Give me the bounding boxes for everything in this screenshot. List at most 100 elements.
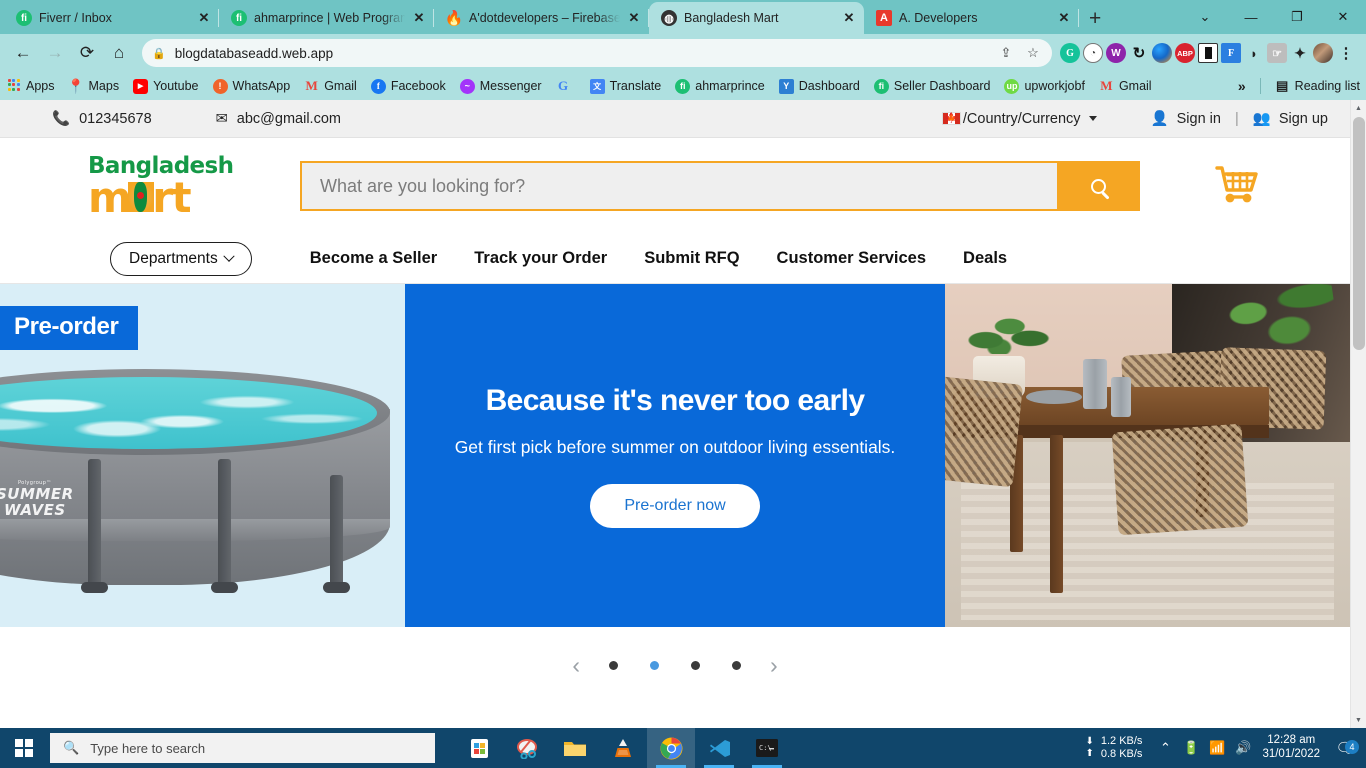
bookmark-seller-dashboard[interactable]: fi Seller Dashboard bbox=[873, 78, 990, 94]
bookmark-whatsapp[interactable]: ! WhatsApp bbox=[212, 78, 291, 94]
file-explorer-icon[interactable] bbox=[551, 728, 599, 768]
home-button[interactable]: ⌂ bbox=[104, 38, 134, 68]
bookmark-ahmarprince[interactable]: fi ahmarprince bbox=[675, 78, 765, 94]
hero-lifestyle-image[interactable] bbox=[945, 284, 1350, 627]
command-prompt-icon[interactable]: C:\ bbox=[743, 728, 791, 768]
pre-order-now-button[interactable]: Pre-order now bbox=[590, 483, 760, 528]
wappalyzer-extension-icon[interactable]: W bbox=[1106, 43, 1126, 63]
bookmark-maps[interactable]: 📍 Maps bbox=[67, 78, 119, 94]
bookmark-upworkjobf[interactable]: up upworkjobf bbox=[1004, 78, 1085, 94]
carousel-dot-4[interactable] bbox=[732, 660, 741, 670]
minimize-button[interactable]: — bbox=[1228, 0, 1274, 34]
site-logo[interactable]: Bangladesh m rt bbox=[88, 154, 263, 218]
tab-close-icon[interactable]: ✕ bbox=[1057, 10, 1071, 26]
bookmark-facebook[interactable]: f Facebook bbox=[370, 78, 446, 94]
bookmark-translate[interactable]: 文 Translate bbox=[589, 78, 661, 94]
bookmark-google[interactable]: G bbox=[556, 78, 576, 94]
bookmark-apps[interactable]: Apps bbox=[6, 78, 55, 94]
browser-tab[interactable]: fi Fiverr / Inbox ✕ bbox=[4, 2, 219, 34]
forward-button[interactable]: → bbox=[40, 38, 70, 68]
page-scrollbar[interactable]: ▲ ▼ bbox=[1350, 100, 1366, 728]
notification-center-button[interactable]: 🗨 4 bbox=[1330, 739, 1360, 757]
phone-contact[interactable]: 📞 012345678 bbox=[52, 110, 152, 128]
bookmark-messenger[interactable]: ~ Messenger bbox=[459, 78, 542, 94]
carousel-dot-3[interactable] bbox=[691, 660, 700, 670]
snipping-tool-icon[interactable] bbox=[503, 728, 551, 768]
bookmark-gmail-2[interactable]: M Gmail bbox=[1099, 78, 1151, 94]
scroll-down-arrow[interactable]: ▼ bbox=[1351, 712, 1366, 728]
battery-icon[interactable]: 🔋 bbox=[1178, 740, 1204, 756]
bookmarks-overflow-button[interactable]: » bbox=[1238, 78, 1246, 94]
user-icon: 👤 bbox=[1150, 111, 1169, 127]
volume-icon[interactable]: 🔊 bbox=[1230, 740, 1256, 756]
browser-tab[interactable]: A A. Developers ✕ bbox=[864, 2, 1079, 34]
sync-extension-icon[interactable]: ↻ bbox=[1129, 43, 1149, 63]
tab-list-button[interactable]: ⌄ bbox=[1182, 0, 1228, 34]
scroll-up-arrow[interactable]: ▲ bbox=[1351, 100, 1366, 116]
back-button[interactable]: ← bbox=[8, 38, 38, 68]
bookmark-dashboard[interactable]: Y Dashboard bbox=[778, 78, 860, 94]
autoclicker-extension-icon[interactable]: ☞ bbox=[1267, 43, 1287, 63]
scrollbar-thumb[interactable] bbox=[1353, 117, 1365, 350]
puzzle-extensions-icon[interactable]: ✦ bbox=[1290, 43, 1310, 63]
sign-up-button[interactable]: 👥 Sign up bbox=[1253, 110, 1328, 128]
dropper-extension-icon[interactable]: ◗ bbox=[1244, 43, 1264, 63]
windows-start-button[interactable] bbox=[0, 728, 48, 768]
tab-close-icon[interactable]: ✕ bbox=[412, 10, 426, 26]
vs-code-icon[interactable] bbox=[695, 728, 743, 768]
carousel-prev-button[interactable]: ‹ bbox=[559, 652, 593, 679]
nav-link-submit-rfq[interactable]: Submit RFQ bbox=[644, 249, 739, 268]
google-chrome-icon[interactable] bbox=[647, 728, 695, 768]
tab-close-icon[interactable]: ✕ bbox=[627, 10, 641, 26]
shopping-cart-button[interactable] bbox=[1214, 165, 1260, 207]
search-submit-button[interactable] bbox=[1057, 161, 1140, 211]
star-icon[interactable]: ☆ bbox=[1024, 45, 1042, 61]
browser-tab-active[interactable]: ◍ Bangladesh Mart ✕ bbox=[649, 2, 864, 34]
adblock-plus-extension-icon[interactable]: ABP bbox=[1175, 43, 1195, 63]
nav-link-deals[interactable]: Deals bbox=[963, 249, 1007, 268]
f-extension-icon[interactable]: F bbox=[1221, 43, 1241, 63]
email-contact[interactable]: ✉ abc@gmail.com bbox=[216, 111, 341, 127]
browser-tab[interactable]: 🔥 A'dotdevelopers – Firebase c ✕ bbox=[434, 2, 649, 34]
taskbar-clock[interactable]: 12:28 am 31/01/2022 bbox=[1262, 734, 1320, 762]
nav-link-customer-services[interactable]: Customer Services bbox=[777, 249, 927, 268]
taskbar-search-input[interactable]: 🔍 Type here to search bbox=[50, 733, 435, 763]
sign-in-button[interactable]: 👤 Sign in bbox=[1150, 110, 1221, 128]
maximize-button[interactable]: ❐ bbox=[1274, 0, 1320, 34]
search-input[interactable]: What are you looking for? bbox=[300, 161, 1057, 211]
reading-list-button[interactable]: ▤ Reading list bbox=[1275, 78, 1360, 94]
hero-product-image[interactable]: Pre-order Polygroup™ SUMMER WAVES bbox=[0, 284, 405, 627]
bangladesh-flag-icon bbox=[128, 182, 155, 213]
reading-list-icon: ▤ bbox=[1276, 78, 1289, 93]
tray-expand-chevron-icon[interactable]: ⌃ bbox=[1152, 740, 1178, 756]
carousel-dot-1[interactable] bbox=[609, 660, 618, 670]
bookmark-label: WhatsApp bbox=[232, 79, 291, 93]
address-bar[interactable]: 🔒 blogdatabaseadd.web.app ⇪ ☆ bbox=[142, 39, 1052, 67]
browser-tab[interactable]: fi ahmarprince | Web Programm ✕ bbox=[219, 2, 434, 34]
vlc-player-icon[interactable] bbox=[599, 728, 647, 768]
new-tab-button[interactable]: + bbox=[1089, 7, 1101, 31]
country-currency-selector[interactable]: 🍁 /Country/Currency bbox=[941, 111, 1097, 127]
share-icon[interactable]: ⇪ bbox=[997, 45, 1015, 61]
grammarly-extension-icon[interactable]: G bbox=[1060, 43, 1080, 63]
orb-extension-icon[interactable] bbox=[1152, 43, 1172, 63]
nav-link-track-your-order[interactable]: Track your Order bbox=[474, 249, 607, 268]
tab-close-icon[interactable]: ✕ bbox=[842, 10, 856, 26]
three-dot-menu-icon[interactable]: ⋮ bbox=[1336, 43, 1356, 63]
bookmark-youtube[interactable]: ▶ Youtube bbox=[133, 78, 199, 94]
speedtest-extension-icon[interactable]: ◔ bbox=[1083, 43, 1103, 63]
reader-extension-icon[interactable] bbox=[1198, 43, 1218, 63]
carousel-dot-2-active[interactable] bbox=[650, 660, 659, 670]
carousel-next-button[interactable]: › bbox=[757, 652, 791, 679]
bookmark-gmail[interactable]: M Gmail bbox=[304, 78, 357, 94]
wifi-icon[interactable]: 📶 bbox=[1204, 740, 1230, 756]
tab-close-icon[interactable]: ✕ bbox=[197, 10, 211, 26]
network-speed-indicator[interactable]: ⬇ ⬆ 1.2 KB/s 0.8 KB/s bbox=[1085, 735, 1142, 761]
microsoft-store-icon[interactable] bbox=[455, 728, 503, 768]
page-viewport: 📞 012345678 ✉ abc@gmail.com 🍁 /Country/C… bbox=[0, 100, 1366, 728]
reload-button[interactable]: ⟳ bbox=[72, 38, 102, 68]
close-window-button[interactable]: ✕ bbox=[1320, 0, 1366, 34]
nav-link-become-a-seller[interactable]: Become a Seller bbox=[310, 249, 438, 268]
profile-avatar[interactable] bbox=[1313, 43, 1333, 63]
departments-dropdown[interactable]: Departments bbox=[110, 241, 252, 276]
